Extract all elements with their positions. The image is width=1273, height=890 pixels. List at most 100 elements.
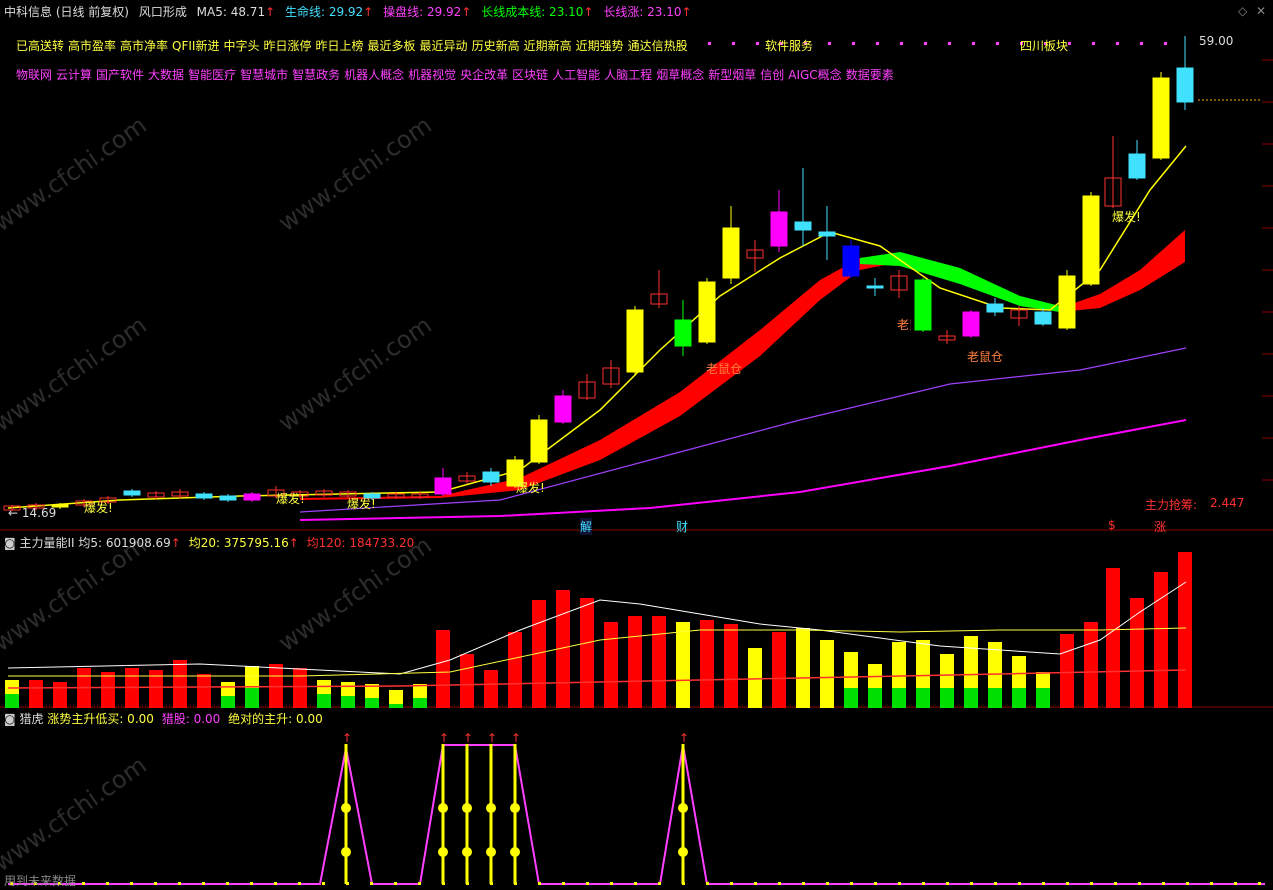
indicator-name[interactable]: 风口形成 [139, 2, 187, 22]
dot-marker [1186, 882, 1189, 885]
concept-tag[interactable]: 近期强势 [576, 39, 624, 53]
dot-marker [346, 882, 349, 885]
signal-laoshucang: 老鼠仓 [967, 350, 1004, 364]
dot-marker [106, 882, 109, 885]
concept-tag[interactable]: 机器视觉 [408, 68, 456, 82]
candle-body [1176, 67, 1194, 103]
dot-marker [562, 882, 565, 885]
volume-panel-title[interactable]: 主力量能II [19, 536, 74, 550]
signal-baofa: 爆发! [516, 481, 545, 495]
concept-tag[interactable]: 昨日涨停 [264, 39, 312, 53]
candle-body [530, 419, 548, 463]
concept-tag[interactable]: 国产软件 [96, 68, 144, 82]
tiger-v3: 绝对的主升: 0.00 [228, 712, 323, 726]
concept-tag[interactable]: 历史新高 [472, 39, 520, 53]
volume-bar [1154, 572, 1168, 708]
candle-body [482, 471, 500, 483]
concept-tag[interactable]: AIGC概念 [788, 68, 841, 82]
dot-marker [828, 42, 831, 45]
stock-title[interactable]: 中科信息 (日线 前复权) [4, 2, 129, 22]
dot-marker [466, 882, 469, 885]
concept-tag[interactable]: 昨日上榜 [316, 39, 364, 53]
candle-body [1152, 77, 1170, 159]
volume-bar [508, 632, 522, 708]
mainforce-value: 2.447 [1210, 496, 1245, 510]
dot-marker [370, 882, 373, 885]
up-arrow-icon: ↑ [461, 5, 472, 19]
dot-marker [226, 882, 229, 885]
event-jie[interactable]: 解 [580, 518, 593, 535]
candle-body [962, 311, 980, 337]
concept-tag[interactable]: 数据要素 [846, 68, 894, 82]
dot-marker [972, 42, 975, 45]
dot-marker [178, 882, 181, 885]
concept-tag[interactable]: 智慧城市 [240, 68, 288, 82]
concept-tag[interactable]: 区块链 [512, 68, 548, 82]
concept-tag[interactable]: 最近异动 [420, 39, 468, 53]
dot-marker [922, 882, 925, 885]
concept-tag[interactable]: 物联网 [16, 68, 52, 82]
coin-icon [438, 847, 448, 857]
volume-bar [652, 616, 666, 708]
candle-body [698, 281, 716, 343]
volume-bar [772, 632, 786, 708]
volume-bar [436, 630, 450, 708]
concept-tag[interactable]: 高市净率 [120, 39, 168, 53]
dot-marker [610, 882, 613, 885]
dot-marker [1234, 882, 1237, 885]
concept-tag[interactable]: 信创 [760, 68, 784, 82]
event-dollar[interactable]: $ [1108, 518, 1116, 532]
diamond-icon[interactable]: ◇ [1238, 4, 1247, 18]
volume-bar [173, 660, 187, 708]
concept-tag[interactable]: QFII新进 [172, 39, 219, 53]
event-zhang[interactable]: 涨 [1154, 518, 1166, 535]
concept-tag[interactable]: 高市盈率 [68, 39, 116, 53]
collapse-icon[interactable]: ◙ [4, 712, 16, 726]
tag-software: 软件服务 [765, 39, 814, 53]
dot-marker [1140, 42, 1143, 45]
collapse-icon[interactable]: ◙ [4, 536, 16, 550]
concept-tag[interactable]: 智能医疗 [188, 68, 236, 82]
dot-marker [826, 882, 829, 885]
dot-marker [946, 882, 949, 885]
coin-icon [462, 803, 472, 813]
dot-marker [730, 882, 733, 885]
concept-tag[interactable]: 人脑工程 [604, 68, 652, 82]
volume-bar [676, 622, 690, 708]
candle-body [1058, 275, 1076, 329]
concept-tag[interactable]: 人工智能 [552, 68, 600, 82]
volume-bar-green [5, 694, 19, 708]
volume-bar [29, 680, 43, 708]
dot-marker [708, 42, 711, 45]
dot-marker [202, 882, 205, 885]
ma5-value: MA5: 48.71 [196, 5, 266, 19]
candle-body [1128, 153, 1146, 179]
coin-icon [678, 803, 688, 813]
concept-tag[interactable]: 通达信热股 [628, 39, 688, 53]
tiger-panel-title[interactable]: 猎虎 [19, 712, 43, 726]
volume-bar [1084, 622, 1098, 708]
event-cai[interactable]: 财 [676, 518, 688, 535]
concept-tag[interactable]: 机器人概念 [344, 68, 404, 82]
volume-bar-green [341, 696, 355, 708]
concept-tag[interactable]: 烟草概念 [656, 68, 704, 82]
concept-tag[interactable]: 云计算 [56, 68, 92, 82]
avg20-value: 均20: 375795.16 [188, 536, 289, 550]
volume-bar-green [1036, 688, 1050, 708]
concept-tag[interactable]: 已高送转 [16, 39, 64, 53]
up-arrow-icon: ↑ [487, 731, 497, 745]
dot-marker [994, 882, 997, 885]
coin-icon [341, 803, 351, 813]
concept-tag[interactable]: 中字头 [223, 39, 259, 53]
concept-tag[interactable]: 最近多板 [368, 39, 416, 53]
concept-tag[interactable]: 智慧政务 [292, 68, 340, 82]
red-ribbon [300, 230, 1185, 500]
dot-marker [802, 882, 805, 885]
dot-marker [996, 42, 999, 45]
close-icon[interactable]: ✕ [1256, 4, 1266, 18]
concept-tag[interactable]: 近期新高 [524, 39, 572, 53]
concept-tag[interactable]: 大数据 [148, 68, 184, 82]
concept-tag[interactable]: 新型烟草 [708, 68, 756, 82]
concept-tag[interactable]: 央企改革 [460, 68, 508, 82]
dot-marker [490, 882, 493, 885]
